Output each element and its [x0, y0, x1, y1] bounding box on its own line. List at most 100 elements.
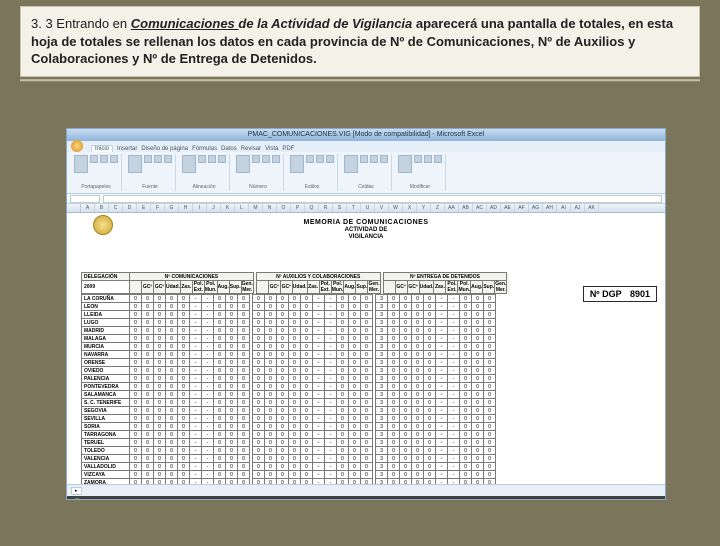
start-orb-icon[interactable] [71, 498, 83, 501]
ribbon-tab[interactable]: PDF [282, 146, 294, 152]
ribbon-button-icon[interactable] [306, 155, 314, 163]
ribbon-button-icon[interactable] [198, 155, 206, 163]
ribbon-tab[interactable]: Diseño de página [141, 146, 188, 152]
taskbar-item[interactable] [87, 499, 157, 501]
column-header[interactable]: H [179, 204, 193, 212]
taskbar-item[interactable] [235, 499, 305, 501]
taskbar-item[interactable] [309, 499, 379, 501]
column-header[interactable]: R [319, 204, 333, 212]
ribbon-group-label: Número [236, 184, 280, 190]
column-header[interactable]: F [151, 204, 165, 212]
column-header[interactable]: S [333, 204, 347, 212]
office-orb-icon[interactable] [71, 140, 83, 152]
ribbon-button-icon[interactable] [424, 155, 432, 163]
column-header[interactable]: AC [473, 204, 487, 212]
column-header[interactable]: Q [305, 204, 319, 212]
taskbar-item[interactable] [161, 499, 231, 501]
column-header[interactable]: A [81, 204, 95, 212]
column-header[interactable]: Z [431, 204, 445, 212]
column-header[interactable]: J [207, 204, 221, 212]
ribbon-button-icon[interactable] [380, 155, 388, 163]
sheet-tabs: ▸ [67, 484, 665, 496]
ribbon-tab[interactable]: Datos [221, 146, 237, 152]
ribbon-button-icon[interactable] [326, 155, 334, 163]
column-header[interactable]: U [361, 204, 375, 212]
ribbon-tab[interactable]: Vista [265, 146, 278, 152]
ribbon-button-icon[interactable] [360, 155, 368, 163]
column-header[interactable]: E [137, 204, 151, 212]
column-header[interactable]: M [249, 204, 263, 212]
ribbon-button-icon[interactable] [208, 155, 216, 163]
ribbon-tab[interactable]: Fórmulas [192, 146, 217, 152]
ribbon-button-icon[interactable] [414, 155, 422, 163]
ribbon-button-icon[interactable] [252, 155, 260, 163]
ribbon-button-icon[interactable] [182, 155, 196, 173]
column-header[interactable]: K [221, 204, 235, 212]
column-header[interactable]: N [263, 204, 277, 212]
taskbar [67, 496, 665, 500]
ribbon-button-icon[interactable] [398, 155, 412, 173]
sheet-area: ABCDEFGHIJKLMNOPQRSTUVWXYZAAABACADAEAFAG… [67, 204, 665, 484]
ribbon-group-label: Portapapeles [74, 184, 118, 190]
column-header[interactable]: AF [515, 204, 529, 212]
formula-row [67, 194, 665, 204]
ribbon-button-icon[interactable] [434, 155, 442, 163]
ribbon-button-icon[interactable] [290, 155, 304, 173]
header-table: DELEGACIÓNNº COMUNICACIONESNº AUXILIOS Y… [81, 272, 510, 294]
column-header[interactable]: AA [445, 204, 459, 212]
column-header[interactable]: AH [543, 204, 557, 212]
caption-mid: de la Actividad de Vigilancia [238, 16, 412, 31]
ribbon-button-icon[interactable] [128, 155, 142, 173]
column-header[interactable]: AJ [571, 204, 585, 212]
corner-cell[interactable] [67, 204, 81, 212]
ribbon-group: Alineación [179, 154, 230, 191]
ribbon-button-icon[interactable] [316, 155, 324, 163]
column-header[interactable]: T [347, 204, 361, 212]
column-header[interactable]: P [291, 204, 305, 212]
ribbon-button-icon[interactable] [344, 155, 358, 173]
column-header[interactable]: C [109, 204, 123, 212]
ribbon-button-icon[interactable] [236, 155, 250, 173]
formula-bar[interactable] [103, 195, 662, 203]
ribbon-tab[interactable]: Inicio [91, 145, 113, 152]
column-header[interactable]: AE [501, 204, 515, 212]
ribbon-button-icon[interactable] [262, 155, 270, 163]
column-header[interactable]: L [235, 204, 249, 212]
column-header[interactable]: D [123, 204, 137, 212]
column-header[interactable]: V [375, 204, 389, 212]
ribbon-button-icon[interactable] [100, 155, 108, 163]
excel-window: PMAC_COMUNICACIONES.VIG [Modo de compati… [66, 128, 666, 500]
dgp-value: 8901 [630, 289, 650, 299]
column-header[interactable]: AI [557, 204, 571, 212]
ribbon-group-label: Modificar [398, 184, 442, 190]
column-header[interactable]: AD [487, 204, 501, 212]
ribbon-group-label: Estilos [290, 184, 334, 190]
ribbon-tabs: Inicio Insertar Diseño de página Fórmula… [67, 141, 665, 152]
column-header[interactable]: AG [529, 204, 543, 212]
ribbon-button-icon[interactable] [154, 155, 162, 163]
ribbon-button-icon[interactable] [272, 155, 280, 163]
ribbon-tab[interactable]: Insertar [117, 146, 137, 152]
name-box[interactable] [70, 195, 100, 203]
ribbon-tab[interactable]: Revisar [241, 146, 261, 152]
column-headers: ABCDEFGHIJKLMNOPQRSTUVWXYZAAABACADAEAFAG… [67, 204, 665, 213]
column-header[interactable]: AK [585, 204, 599, 212]
column-header[interactable]: Y [417, 204, 431, 212]
column-header[interactable]: X [403, 204, 417, 212]
ribbon-button-icon[interactable] [110, 155, 118, 163]
ribbon-group: Celdas [341, 154, 392, 191]
ribbon-button-icon[interactable] [164, 155, 172, 163]
column-header[interactable]: I [193, 204, 207, 212]
sheet-tab[interactable]: ▸ [71, 487, 82, 495]
column-header[interactable]: G [165, 204, 179, 212]
column-header[interactable]: B [95, 204, 109, 212]
ribbon-button-icon[interactable] [90, 155, 98, 163]
ribbon-button-icon[interactable] [144, 155, 152, 163]
ribbon-group: Número [233, 154, 284, 191]
column-header[interactable]: O [277, 204, 291, 212]
column-header[interactable]: W [389, 204, 403, 212]
column-header[interactable]: AB [459, 204, 473, 212]
ribbon-button-icon[interactable] [74, 155, 88, 173]
ribbon-button-icon[interactable] [370, 155, 378, 163]
ribbon-button-icon[interactable] [218, 155, 226, 163]
